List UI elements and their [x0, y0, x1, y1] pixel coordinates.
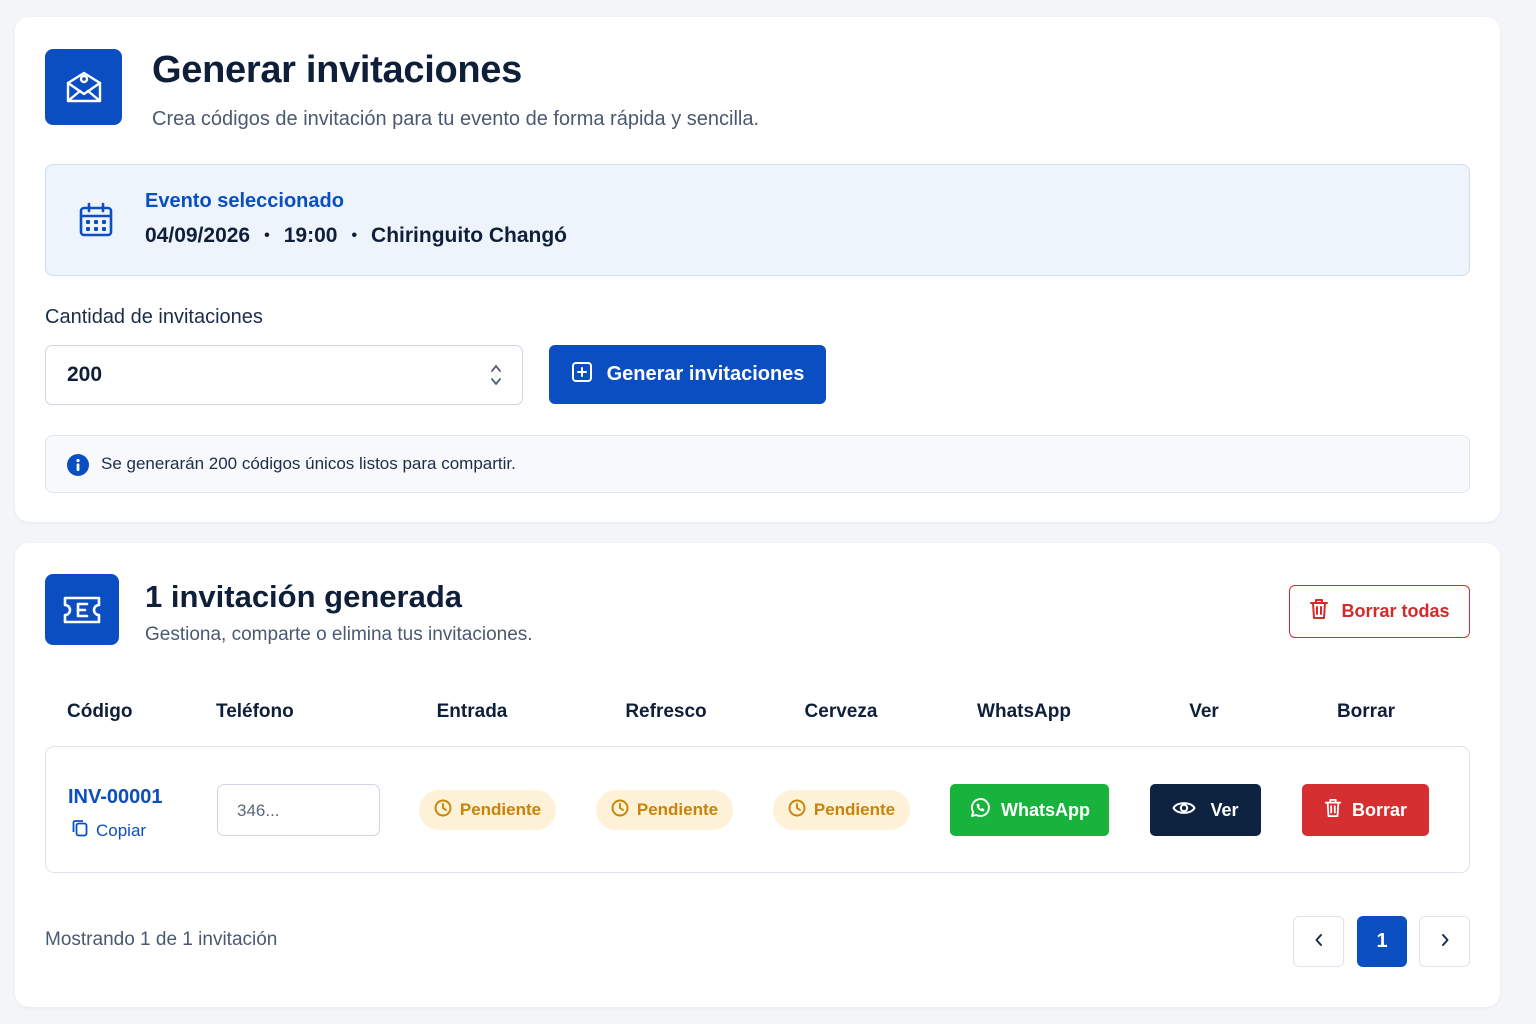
delete-all-label: Borrar todas [1341, 601, 1450, 621]
eye-icon [1172, 799, 1196, 822]
column-header-code: Código [67, 701, 133, 722]
chevron-left-icon [1314, 930, 1324, 953]
event-date: 04/09/2026 [145, 224, 251, 247]
invitations-subtitle: Gestiona, comparte o elimina tus invitac… [145, 624, 533, 645]
invitations-card: 1 invitación generada Gestiona, comparte… [15, 543, 1500, 1007]
page-number-button[interactable]: 1 [1357, 916, 1407, 967]
previous-page-button[interactable] [1293, 916, 1344, 967]
clock-icon [788, 799, 806, 822]
copy-label: Copiar [96, 820, 147, 840]
invitations-title: 1 invitación generada [145, 579, 462, 614]
whatsapp-icon [969, 797, 991, 824]
quantity-label: Cantidad de invitaciones [45, 306, 263, 328]
trash-icon [1309, 598, 1329, 625]
status-badge-refresco: Pendiente [596, 790, 733, 830]
view-label: Ver [1210, 799, 1239, 820]
calendar-icon [77, 201, 115, 244]
spinner-arrows-icon[interactable] [490, 362, 502, 388]
generate-invitations-button[interactable]: Generar invitaciones [549, 345, 826, 404]
status-label: Pendiente [813, 800, 896, 819]
phone-input[interactable]: 346... [217, 784, 380, 836]
view-button[interactable]: Ver [1150, 784, 1261, 836]
selected-event-panel: Evento seleccionado 04/09/2026 • 19:00 •… [45, 164, 1470, 276]
status-label: Pendiente [636, 800, 719, 819]
plus-square-icon [571, 361, 593, 389]
column-header-cerveza: Cerveza [804, 701, 878, 722]
trash-icon [1324, 798, 1342, 823]
clock-icon [611, 799, 629, 822]
copy-icon [72, 819, 88, 842]
separator: • [351, 227, 358, 244]
quantity-value: 200 [67, 363, 103, 386]
whatsapp-label: WhatsApp [1001, 799, 1090, 820]
info-text: Se generarán 200 códigos únicos listos p… [101, 454, 516, 473]
column-header-entrada: Entrada [436, 701, 508, 722]
info-notice: Se generarán 200 códigos únicos listos p… [45, 435, 1470, 493]
invitation-code[interactable]: INV-00001 [68, 786, 163, 809]
chevron-right-icon [1440, 930, 1450, 953]
status-label: Pendiente [459, 800, 542, 819]
next-page-button[interactable] [1419, 916, 1470, 967]
envelope-icon [45, 49, 122, 125]
table-row: INV-00001 Copiar 346... Pendiente Pendie… [45, 746, 1470, 873]
event-venue: Chiringuito Changó [371, 224, 568, 247]
delete-all-button[interactable]: Borrar todas [1289, 585, 1470, 638]
event-time: 19:00 [283, 224, 338, 247]
column-header-whatsapp: WhatsApp [977, 701, 1071, 722]
info-icon [67, 454, 89, 481]
column-header-view: Ver [1189, 701, 1219, 722]
separator: • [264, 227, 270, 244]
results-count: Mostrando 1 de 1 invitación [45, 929, 278, 950]
delete-button[interactable]: Borrar [1302, 784, 1429, 836]
ticket-icon [45, 574, 119, 645]
page-subtitle: Crea códigos de invitación para tu event… [152, 108, 760, 130]
generate-card: Generar invitaciones Crea códigos de inv… [15, 17, 1500, 522]
whatsapp-button[interactable]: WhatsApp [950, 784, 1109, 836]
clock-icon [434, 799, 452, 822]
status-badge-cerveza: Pendiente [773, 790, 910, 830]
status-badge-entrada: Pendiente [419, 790, 556, 830]
quantity-stepper[interactable]: 200 [45, 345, 523, 405]
delete-label: Borrar [1351, 799, 1408, 820]
column-header-phone: Teléfono [216, 701, 294, 722]
generate-button-label: Generar invitaciones [606, 363, 805, 385]
event-label: Evento seleccionado [145, 190, 344, 212]
copy-button[interactable]: Copiar [72, 819, 146, 842]
column-header-delete: Borrar [1336, 701, 1396, 722]
page-title: Generar invitaciones [152, 49, 522, 91]
event-details: 04/09/2026 • 19:00 • Chiringuito Changó [145, 224, 567, 248]
column-header-refresco: Refresco [625, 701, 707, 722]
